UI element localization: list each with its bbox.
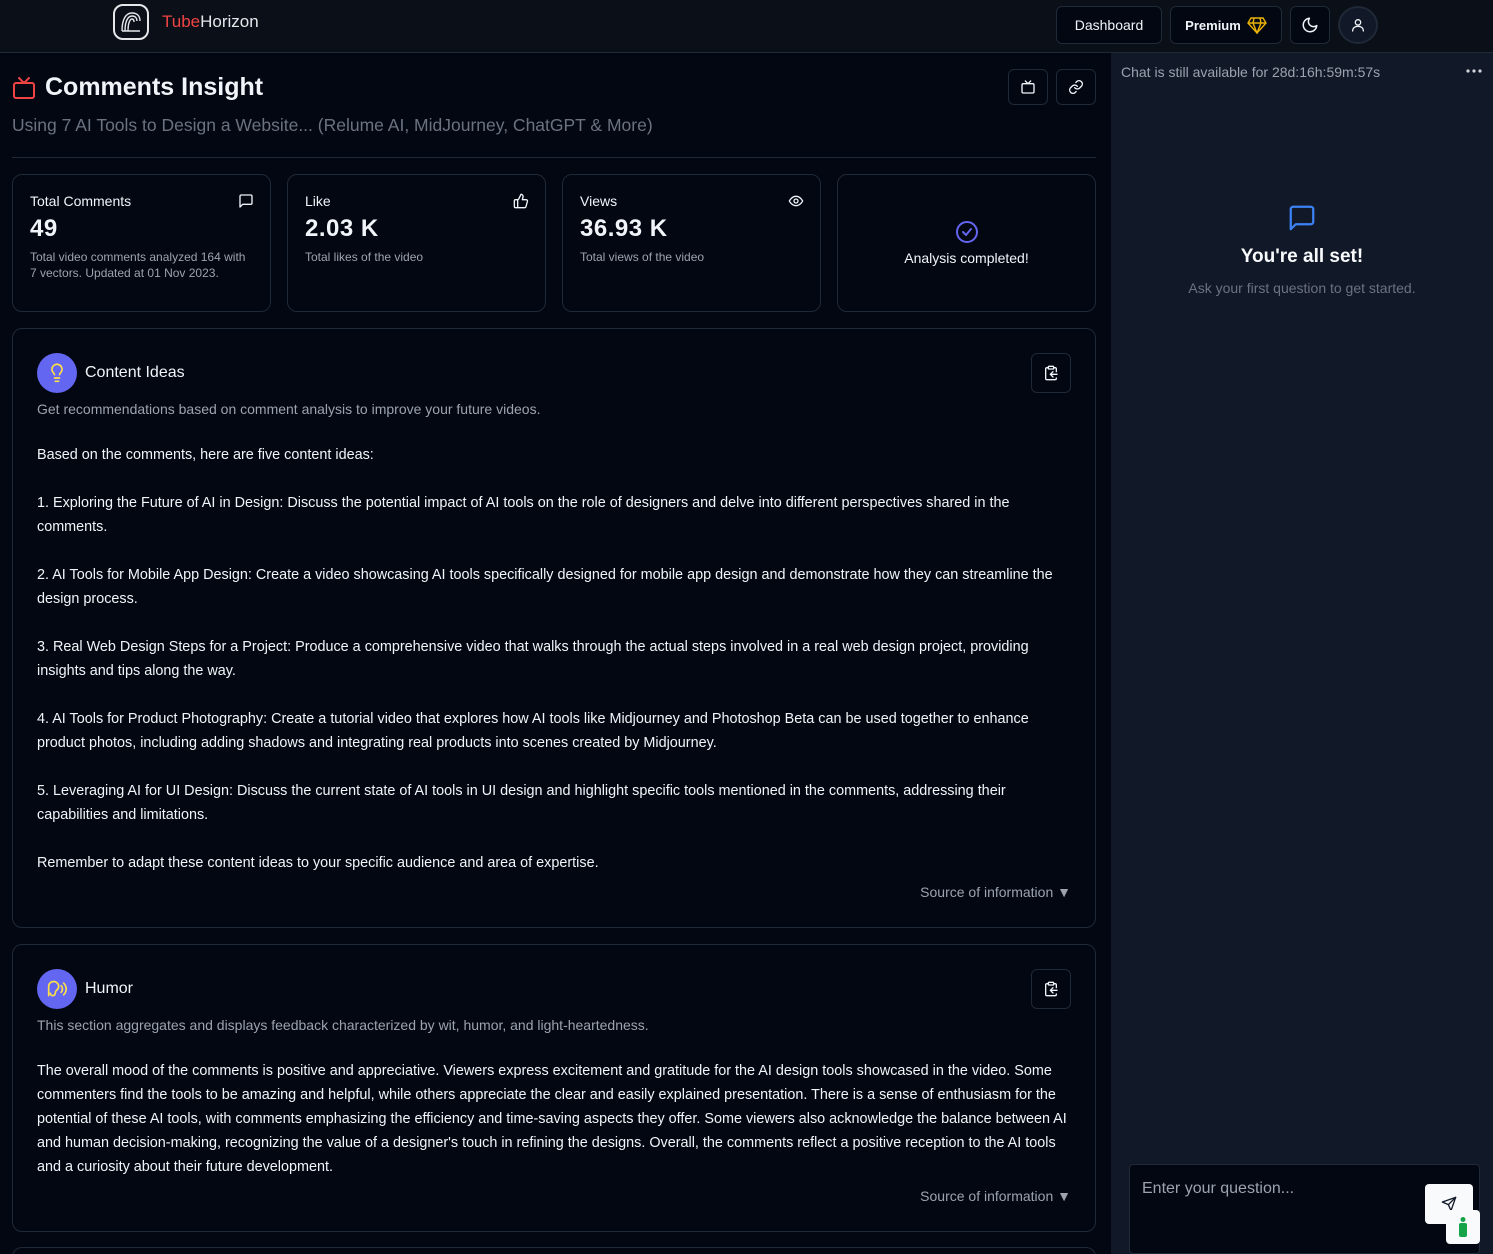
idea-item: 2. AI Tools for Mobile App Design: Creat… [37, 567, 1053, 607]
clipboard-copy-icon [1045, 365, 1058, 381]
stat-card-analysis-status: Analysis completed! [837, 174, 1096, 312]
clipboard-copy-icon [1045, 981, 1058, 997]
eye-icon [788, 195, 804, 207]
idea-item: 3. Real Web Design Steps for a Project: … [37, 639, 1029, 679]
message-square-icon [1289, 205, 1315, 231]
stat-label: Like [305, 193, 331, 209]
humor-summary: The overall mood of the comments is posi… [37, 1063, 1067, 1175]
content-ideas-text: Based on the comments, here are five con… [37, 443, 1073, 875]
card-title: Content Ideas [85, 364, 185, 381]
chat-panel: Chat is still available for 28d:16h:59m:… [1111, 53, 1493, 1254]
stat-card-views: Views 36.93 K Total views of the video [562, 174, 821, 312]
stat-description: Total likes of the video [305, 250, 424, 264]
link-icon [1069, 80, 1083, 94]
feedback-icon [1459, 1217, 1467, 1237]
stat-label: Views [580, 193, 618, 209]
chat-empty-subtitle: Ask your first question to get started. [1188, 280, 1416, 296]
more-options-icon[interactable] [1463, 59, 1485, 83]
stat-description: Total video comments analyzed 164 with 7… [30, 250, 246, 280]
check-circle-icon [955, 221, 978, 243]
source-of-information-toggle[interactable]: Source of information ▼ [920, 1188, 1071, 1204]
copy-link-button[interactable] [1056, 69, 1096, 105]
tv-icon [1021, 80, 1035, 94]
chat-empty-title: You're all set! [1240, 246, 1364, 267]
stat-label: Total Comments [30, 193, 132, 209]
brand-name[interactable]: TubeHorizon [162, 12, 259, 32]
chat-availability-timer: Chat is still available for 28d:16h:59m:… [1121, 64, 1381, 80]
premium-button[interactable]: Premium [1170, 6, 1282, 44]
copy-button[interactable] [1031, 969, 1071, 1009]
thumbs-up-icon [513, 193, 529, 209]
stat-value: 2.03 K [305, 215, 379, 242]
message-square-icon [239, 194, 253, 208]
stat-value: 49 [30, 215, 58, 242]
tv-icon [13, 77, 35, 99]
top-navbar: TubeHorizon Dashboard Premium [0, 0, 1493, 53]
idea-item: 1. Exploring the Future of AI in Design:… [37, 495, 1010, 535]
dashboard-label: Dashboard [1074, 17, 1144, 33]
card-title: Humor [85, 980, 134, 997]
feedback-widget-button[interactable] [1446, 1210, 1480, 1244]
premium-label: Premium [1185, 17, 1241, 33]
brand-part-tube: Tube [162, 12, 201, 31]
ideas-outro: Remember to adapt these content ideas to… [37, 855, 599, 871]
card-subtitle: Get recommendations based on comment ana… [37, 401, 541, 417]
diamond-icon [1246, 17, 1267, 34]
idea-item: 4. AI Tools for Product Photography: Cre… [37, 711, 1029, 751]
stat-card-total-comments: Total Comments 49 Total video comments a… [12, 174, 271, 312]
stat-card-likes: Like 2.03 K Total likes of the video [287, 174, 546, 312]
chat-empty-state: You're all set! Ask your first question … [1111, 203, 1493, 296]
next-insight-card [12, 1247, 1096, 1254]
logo-icon[interactable] [113, 4, 149, 40]
header-divider [12, 157, 1096, 158]
open-video-button[interactable] [1008, 69, 1048, 105]
content-ideas-card: Content Ideas Get recommendations based … [12, 328, 1096, 928]
video-title: Using 7 AI Tools to Design a Website... … [12, 115, 653, 135]
page-title: Comments Insight [45, 73, 264, 101]
humor-card: Humor This section aggregates and displa… [12, 944, 1096, 1232]
main-content: Comments Insight Using 7 AI Tools to Des… [0, 53, 1111, 1254]
lightbulb-icon [37, 353, 77, 393]
theme-toggle-button[interactable] [1290, 6, 1330, 44]
user-avatar-button[interactable] [1338, 6, 1378, 44]
chat-question-input[interactable] [1130, 1165, 1420, 1253]
stat-value: 36.93 K [580, 215, 668, 242]
user-icon [1352, 19, 1364, 32]
stat-description: Total views of the video [580, 250, 705, 264]
humor-icon [37, 969, 77, 1009]
source-of-information-toggle[interactable]: Source of information ▼ [920, 884, 1071, 900]
brand-part-horizon: Horizon [200, 12, 259, 31]
idea-item: 5. Leveraging AI for UI Design: Discuss … [37, 783, 1006, 823]
chat-composer [1129, 1164, 1480, 1254]
analysis-status-text: Analysis completed! [904, 250, 1029, 266]
ideas-intro: Based on the comments, here are five con… [37, 447, 374, 463]
copy-button[interactable] [1031, 353, 1071, 393]
humor-text: The overall mood of the comments is posi… [37, 1059, 1073, 1179]
moon-icon [1302, 17, 1318, 33]
dashboard-button[interactable]: Dashboard [1056, 6, 1162, 44]
card-subtitle: This section aggregates and displays fee… [37, 1017, 649, 1033]
